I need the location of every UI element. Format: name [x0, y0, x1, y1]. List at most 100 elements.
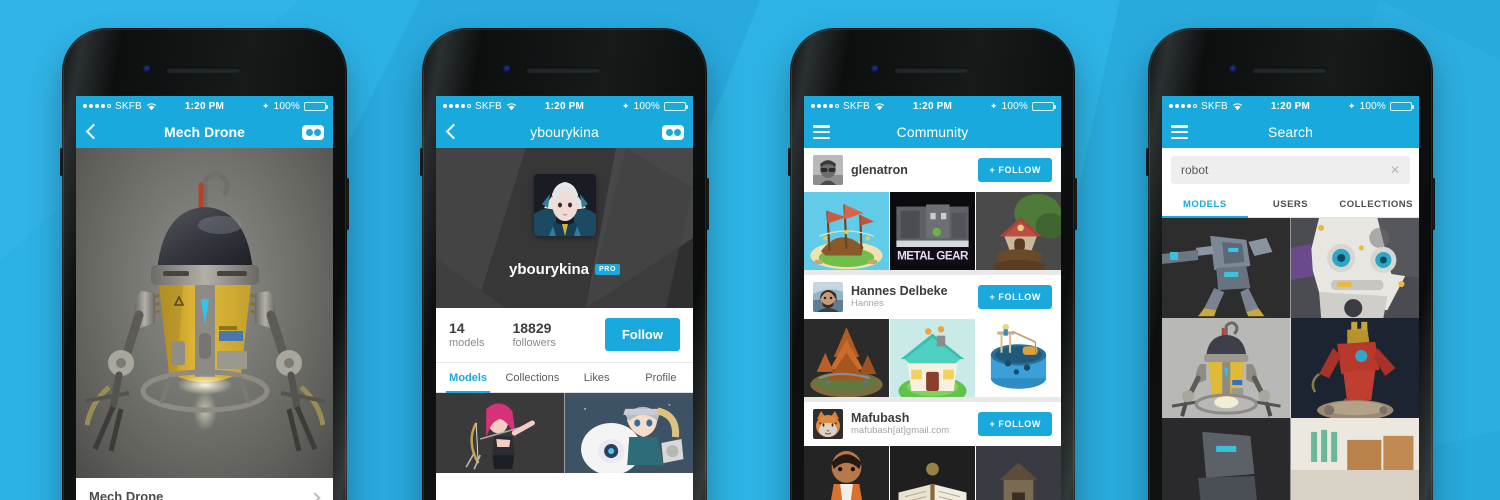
- result-crates-scene[interactable]: [1290, 418, 1419, 500]
- tab-models[interactable]: Models: [436, 363, 500, 393]
- hamburger-menu-icon[interactable]: [1171, 125, 1188, 139]
- feed-card: Hannes Delbeke Hannes + FOLLOW: [804, 275, 1061, 397]
- status-bar: SKFB 1:20 PM ✦ 100%: [1162, 96, 1419, 116]
- page-title: ybourykina: [530, 124, 599, 140]
- phone-screen: SKFB 1:20 PM ✦ 100% ybourykina ybourykin…: [436, 96, 693, 500]
- follow-button[interactable]: + FOLLOW: [978, 412, 1052, 436]
- tab-likes[interactable]: Likes: [565, 363, 629, 392]
- feed-thumbnail-row: METAL GEAR: [804, 192, 1061, 270]
- model-viewport[interactable]: [76, 148, 333, 478]
- earpiece-speaker: [894, 67, 969, 73]
- feed-card-header: Mafubash mafubash[at]gmail.com + FOLLOW: [804, 402, 1061, 446]
- signal-strength-icon: [811, 104, 839, 108]
- follow-button[interactable]: + FOLLOW: [978, 158, 1052, 182]
- thumbnail-open-book[interactable]: [890, 446, 976, 500]
- grid-item-warrior[interactable]: [564, 393, 693, 473]
- thumbnail-boy-character[interactable]: [804, 446, 890, 500]
- battery-icon: [664, 101, 688, 111]
- back-chevron-icon[interactable]: [85, 123, 99, 141]
- tab-models[interactable]: MODELS: [1162, 191, 1248, 218]
- follow-button[interactable]: Follow: [604, 318, 680, 351]
- search-bar-area: ✕: [1162, 148, 1419, 184]
- power-button[interactable]: [1074, 178, 1077, 230]
- back-chevron-icon[interactable]: [445, 123, 459, 141]
- avatar[interactable]: [813, 282, 843, 312]
- feed-user-name: Mafubash: [851, 410, 910, 425]
- bluetooth-icon: ✦: [621, 100, 630, 111]
- thumbnail-pirate-ship[interactable]: [804, 192, 890, 270]
- thumbnail-metal-gear[interactable]: METAL GEAR: [890, 192, 976, 270]
- community-feed-list[interactable]: glenatron + FOLLOW METAL GEAR Hannes Del…: [804, 148, 1061, 500]
- navigation-bar: Search: [1162, 116, 1419, 148]
- signal-strength-icon: [1169, 104, 1197, 108]
- bluetooth-icon: ✦: [1347, 100, 1356, 111]
- result-blue-grey-mech[interactable]: [1162, 218, 1291, 318]
- profile-tabs: Models Collections Likes Profile: [436, 363, 693, 393]
- grid-item-archer[interactable]: [436, 393, 565, 473]
- carrier-label: SKFB: [115, 100, 142, 112]
- search-tabs: MODELS USERS COLLECTIONS: [1162, 191, 1419, 218]
- bluetooth-icon: ✦: [261, 100, 270, 111]
- page-title: Community: [896, 124, 969, 140]
- feed-card-header: glenatron + FOLLOW: [804, 148, 1061, 192]
- vr-cardboard-icon[interactable]: [302, 124, 324, 140]
- volume-button[interactable]: [1146, 148, 1149, 176]
- signal-strength-icon: [443, 104, 471, 108]
- profile-stats-row: 14 models 18829 followers Follow: [436, 308, 693, 363]
- result-dark-mech[interactable]: [1162, 418, 1291, 500]
- thumbnail-fishing-platform[interactable]: [976, 319, 1061, 397]
- stat-models: 14 models: [449, 320, 484, 348]
- avatar[interactable]: [813, 155, 843, 185]
- search-input[interactable]: [1181, 163, 1390, 177]
- profile-avatar[interactable]: [533, 174, 596, 236]
- phone-community-feed: SKFB 1:20 PM ✦ 100% Community glenatron …: [788, 28, 1077, 500]
- follow-button[interactable]: + FOLLOW: [978, 285, 1052, 309]
- svg-text:METAL GEAR: METAL GEAR: [897, 250, 969, 263]
- tab-collections[interactable]: COLLECTIONS: [1333, 191, 1419, 217]
- carrier-label: SKFB: [1201, 100, 1228, 112]
- thumbnail-misc-scene[interactable]: [976, 446, 1061, 500]
- power-button[interactable]: [1432, 178, 1435, 230]
- earpiece-speaker: [1252, 67, 1327, 73]
- search-results-grid: [1162, 218, 1419, 500]
- hamburger-menu-icon[interactable]: [813, 125, 830, 139]
- profile-username-row: ybourykina PRO: [436, 261, 693, 278]
- pro-badge: PRO: [595, 264, 620, 275]
- feed-user-subtitle: Hannes: [851, 298, 884, 310]
- volume-button[interactable]: [60, 148, 63, 176]
- power-button[interactable]: [706, 178, 709, 230]
- feed-card: glenatron + FOLLOW METAL GEAR: [804, 148, 1061, 270]
- search-field[interactable]: ✕: [1171, 156, 1410, 184]
- phone-screen: SKFB 1:20 PM ✦ 100% Mech Drone Mech Dron…: [76, 96, 333, 500]
- result-yellow-mech-drone[interactable]: [1162, 318, 1291, 418]
- battery-percent-label: 100%: [273, 100, 300, 112]
- volume-button[interactable]: [788, 148, 791, 176]
- model-info-row[interactable]: Mech Drone: [76, 478, 333, 500]
- avatar[interactable]: [813, 409, 843, 439]
- front-camera-icon: [143, 65, 152, 74]
- thumbnail-cartoon-cottage[interactable]: [890, 319, 976, 397]
- tab-users[interactable]: USERS: [1248, 191, 1334, 217]
- status-bar: SKFB 1:20 PM ✦ 100%: [804, 96, 1061, 116]
- battery-icon: [304, 101, 328, 111]
- tab-profile[interactable]: Profile: [629, 363, 693, 392]
- tab-collections[interactable]: Collections: [500, 363, 564, 392]
- navigation-bar: Mech Drone: [76, 116, 333, 148]
- page-title: Mech Drone: [163, 124, 246, 140]
- stat-followers-label: followers: [512, 336, 556, 349]
- power-button[interactable]: [346, 178, 349, 230]
- clear-x-icon[interactable]: ✕: [1390, 164, 1400, 176]
- result-red-diver-robot[interactable]: [1290, 318, 1419, 418]
- thumbnail-autumn-forest[interactable]: [804, 319, 890, 397]
- feed-user-name: Hannes Delbeke: [851, 283, 948, 298]
- battery-icon: [1390, 101, 1414, 111]
- phone-screen: SKFB 1:20 PM ✦ 100% Community glenatron …: [804, 96, 1061, 500]
- volume-button[interactable]: [420, 148, 423, 176]
- front-camera-icon: [871, 65, 880, 74]
- thumbnail-treehouse[interactable]: [976, 192, 1061, 270]
- vr-cardboard-icon[interactable]: [662, 124, 684, 140]
- signal-strength-icon: [83, 104, 111, 108]
- navigation-bar: ybourykina: [436, 116, 693, 148]
- wifi-icon: [146, 102, 157, 111]
- result-white-robot-head[interactable]: [1290, 218, 1419, 318]
